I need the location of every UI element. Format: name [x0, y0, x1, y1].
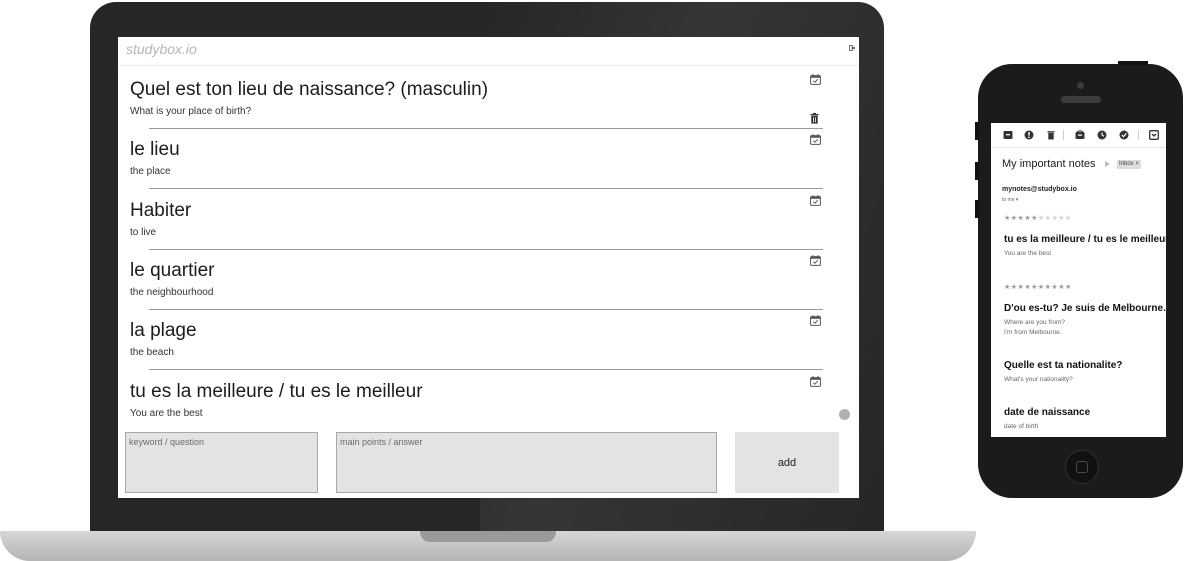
delete-icon[interactable] [1046, 130, 1056, 140]
calendar-check-icon[interactable] [810, 375, 821, 387]
note-title: tu es la meilleure / tu es le meilleur [1004, 234, 1166, 245]
calendar-check-icon[interactable] [810, 254, 821, 266]
card-question: Habiter [130, 199, 192, 221]
card-divider [149, 308, 823, 310]
keyword-input[interactable] [125, 432, 318, 493]
calendar-check-icon[interactable] [810, 134, 821, 146]
card-question: le quartier [130, 259, 215, 281]
note-title: date de naissance [1004, 407, 1091, 418]
mail-recipient[interactable]: to me ▾ [1002, 197, 1018, 203]
card-divider [149, 128, 823, 129]
flashcard[interactable]: Habiter to live [118, 191, 823, 251]
phone-speaker [1061, 96, 1101, 103]
card-answer: the beach [130, 347, 174, 359]
mail-subject: My important notes [1002, 158, 1096, 170]
card-divider [149, 369, 823, 371]
flashcard[interactable]: la plage the beach [118, 311, 823, 371]
phone-volume-down [975, 200, 979, 218]
brand-logo: studybox.io [126, 41, 197, 57]
card-question: Quel est ton lieu de naissance? (masculi… [130, 79, 489, 100]
inbox-label-chip[interactable]: Inbox × [1117, 160, 1141, 169]
flashcard[interactable]: le lieu the place [118, 130, 823, 190]
note-body: What's your nationality? [1004, 376, 1073, 383]
card-divider [149, 188, 823, 190]
card-question: la plage [130, 320, 197, 342]
archive-icon[interactable] [1003, 130, 1013, 140]
more-icon[interactable] [1149, 130, 1159, 140]
calendar-check-icon[interactable] [810, 194, 821, 206]
laptop-notch [420, 531, 556, 542]
trash-icon[interactable] [810, 113, 819, 124]
card-answer: You are the best [130, 407, 203, 419]
card-answer: the place [130, 166, 171, 178]
device-showcase: studybox.io Quel est ton lieu de naissan… [0, 0, 1200, 561]
label-arrow-icon [1105, 161, 1110, 167]
laptop-screen: studybox.io Quel est ton lieu de naissan… [118, 37, 859, 498]
logout-icon[interactable] [849, 45, 855, 51]
card-answer: to live [130, 226, 157, 238]
app-header: studybox.io [118, 37, 859, 66]
phone-power-button [1118, 61, 1148, 65]
note-body: Where are you from? I'm from Melbourne. [1004, 319, 1066, 336]
note-body: You are the best [1004, 250, 1052, 257]
note-title: D'ou es-tu? Je suis de Melbourne. [1004, 303, 1166, 314]
rating-stars: ★★★★★★★★★★ [1004, 215, 1072, 222]
calendar-check-icon[interactable] [810, 315, 821, 327]
flashcard[interactable]: Quel est ton lieu de naissance? (masculi… [118, 70, 823, 130]
note-title: Quelle est ta nationalite? [1004, 360, 1123, 371]
move-to-icon[interactable] [1075, 130, 1085, 140]
add-button[interactable]: add [735, 432, 839, 493]
answer-input[interactable] [336, 432, 717, 493]
mail-sender[interactable]: mynotes@studybox.io [1002, 186, 1077, 193]
toolbar-separator [1138, 130, 1139, 140]
home-square-icon [1076, 461, 1088, 473]
calendar-check-icon[interactable] [810, 74, 821, 85]
flashcard[interactable]: le quartier the neighbourhood [118, 251, 823, 311]
phone-screen: My important notes Inbox × mynotes@study… [991, 123, 1166, 437]
phone-camera [1077, 82, 1084, 89]
mark-done-icon[interactable] [1119, 130, 1129, 140]
note-body: date of birth [1004, 423, 1039, 430]
card-question: tu es la meilleure / tu es le meilleur [130, 380, 423, 402]
scroll-indicator[interactable] [839, 409, 850, 420]
card-question: le lieu [130, 139, 180, 161]
flashcard[interactable]: tu es la meilleure / tu es le meilleur Yo… [118, 372, 823, 432]
card-answer: What is your place of birth? [130, 106, 252, 117]
rating-stars: ★★★★★★★★★★ [1004, 284, 1072, 291]
phone-mute-switch [975, 122, 979, 140]
card-divider [149, 248, 823, 250]
toolbar-separator [1063, 130, 1064, 140]
card-answer: the neighbourhood [130, 286, 214, 298]
phone-volume-up [975, 162, 979, 180]
report-icon[interactable] [1024, 130, 1034, 140]
snooze-icon[interactable] [1097, 130, 1107, 140]
mail-toolbar [991, 123, 1166, 148]
